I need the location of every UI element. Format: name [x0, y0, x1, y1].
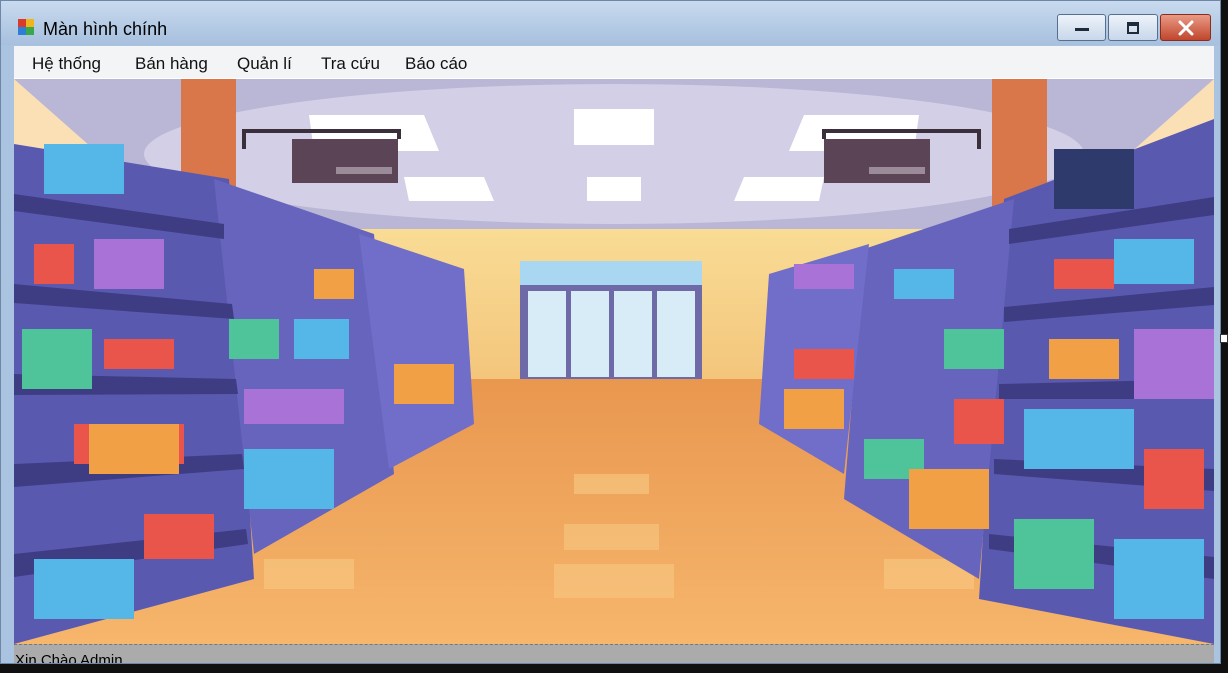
status-bar: Xin Chào Admin: [14, 644, 1214, 664]
resize-handle[interactable]: [1220, 334, 1228, 343]
close-icon: [1178, 20, 1193, 35]
menu-quan-li[interactable]: Quản lí: [237, 54, 292, 74]
maximize-button[interactable]: [1108, 14, 1158, 41]
supermarket-illustration: [14, 79, 1214, 644]
client-area: Hệ thống Bán hàng Quản lí Tra cứu Báo cá…: [14, 46, 1214, 664]
main-window: Màn hình chính Hệ thống Bán hàng Quản lí…: [0, 0, 1221, 664]
supermarket-background-image: [14, 79, 1214, 644]
menu-tra-cuu[interactable]: Tra cứu: [321, 54, 380, 74]
close-button[interactable]: [1160, 14, 1211, 41]
menu-ban-hang[interactable]: Bán hàng: [135, 54, 208, 74]
ceiling-light-glow: [144, 84, 1084, 224]
refrigerators: [520, 261, 702, 385]
menu-he-thong[interactable]: Hệ thống: [32, 54, 101, 74]
title-bar[interactable]: Màn hình chính: [1, 1, 1220, 45]
menu-bao-cao[interactable]: Báo cáo: [405, 54, 467, 74]
status-greeting: Xin Chào Admin: [15, 652, 123, 664]
app-icon: [18, 19, 34, 35]
window-title: Màn hình chính: [43, 19, 168, 39]
minimize-button[interactable]: [1057, 14, 1106, 41]
minimize-icon: [1074, 27, 1089, 31]
menu-bar: Hệ thống Bán hàng Quản lí Tra cứu Báo cá…: [14, 46, 1214, 78]
maximize-icon: [1127, 21, 1139, 34]
